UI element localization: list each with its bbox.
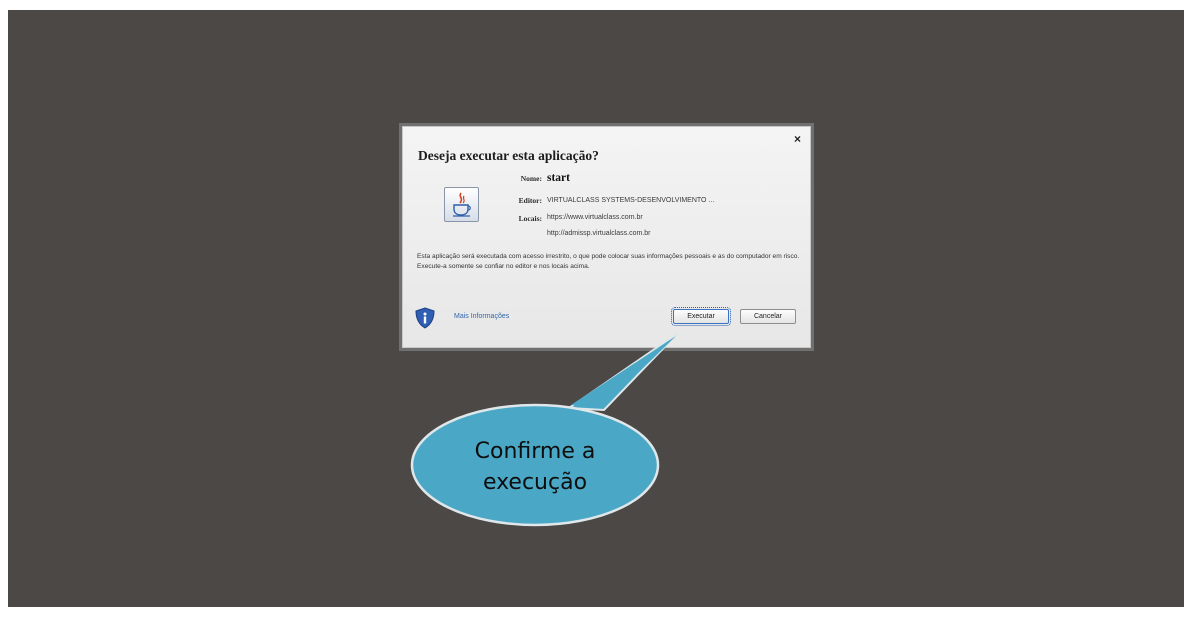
callout-text: Confirme a execução [450,436,620,498]
callout-line-1: Confirme a [474,439,596,464]
callout-bubble [410,332,679,527]
callout-line-2: execução [482,470,588,495]
